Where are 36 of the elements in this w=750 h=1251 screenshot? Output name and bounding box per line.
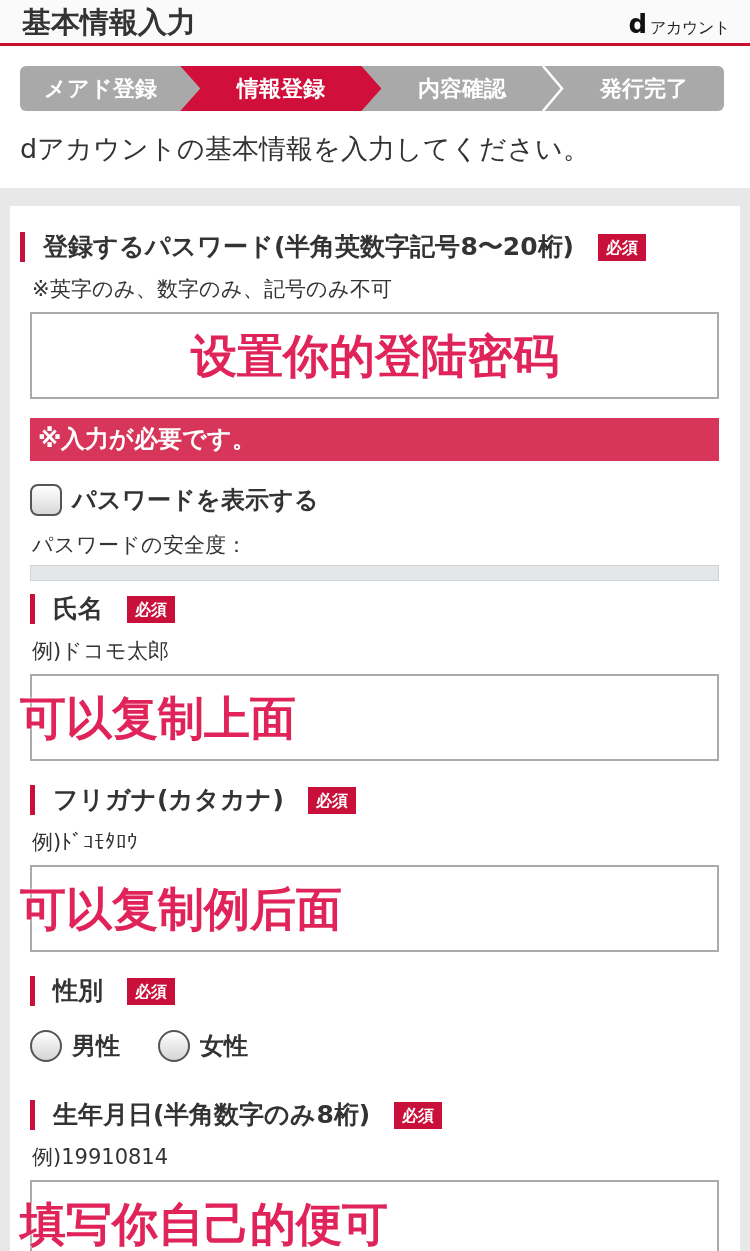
checkbox[interactable]: [30, 484, 62, 516]
logo-text: アカウント: [650, 17, 730, 38]
error-message: ※入力が必要です。: [30, 418, 719, 461]
strength-label: パスワードの安全度：: [32, 532, 248, 559]
required-badge: 必須: [394, 1101, 443, 1129]
step-item: 内容確認: [416, 74, 508, 103]
required-badge: 必須: [307, 786, 356, 814]
checkbox-label[interactable]: パスワードを表示する: [72, 484, 319, 516]
page-title: 基本情報入力: [22, 3, 196, 41]
step-item: メアド登録: [42, 74, 158, 103]
annotation-text: 填写你自己的便可: [20, 1195, 388, 1251]
required-badge: 必須: [127, 977, 175, 1005]
step-item: 情報登録: [180, 66, 382, 111]
radio-button[interactable]: [30, 1030, 62, 1062]
section-heading: 性別: [30, 976, 103, 1006]
input-field[interactable]: [30, 312, 719, 399]
radio-label[interactable]: 男性: [72, 1030, 120, 1062]
annotation-text: 可以复制上面: [20, 689, 296, 746]
hint-text: 例)ドコモ太郎: [32, 638, 171, 665]
hint-text: ※英字のみ、数字のみ、記号のみ不可: [32, 276, 393, 303]
hint-text: 例)ﾄﾞｺﾓﾀﾛｳ: [32, 829, 140, 856]
chevron-icon: [541, 66, 564, 111]
section-heading: フリガナ(カタカナ): [30, 785, 284, 815]
required-badge: 必須: [127, 595, 175, 623]
required-badge: 必須: [598, 233, 647, 261]
radio-button[interactable]: [158, 1030, 190, 1062]
logo-mark: d: [628, 9, 647, 38]
section-heading: 生年月日(半角数字のみ8桁): [30, 1100, 371, 1130]
section-heading: 登録するパスワード(半角英数字記号8〜20桁): [20, 232, 575, 262]
hint-text: 例)19910814: [32, 1144, 170, 1171]
annotation-text: 设置你的登陆密码: [190, 327, 559, 384]
radio-label[interactable]: 女性: [200, 1030, 248, 1062]
annotation-text: 可以复制例后面: [20, 880, 342, 937]
intro-text: dアカウントの基本情報を入力してください。: [20, 132, 592, 166]
section-heading: 氏名: [30, 594, 103, 624]
step-item: 発行完了: [598, 74, 689, 103]
